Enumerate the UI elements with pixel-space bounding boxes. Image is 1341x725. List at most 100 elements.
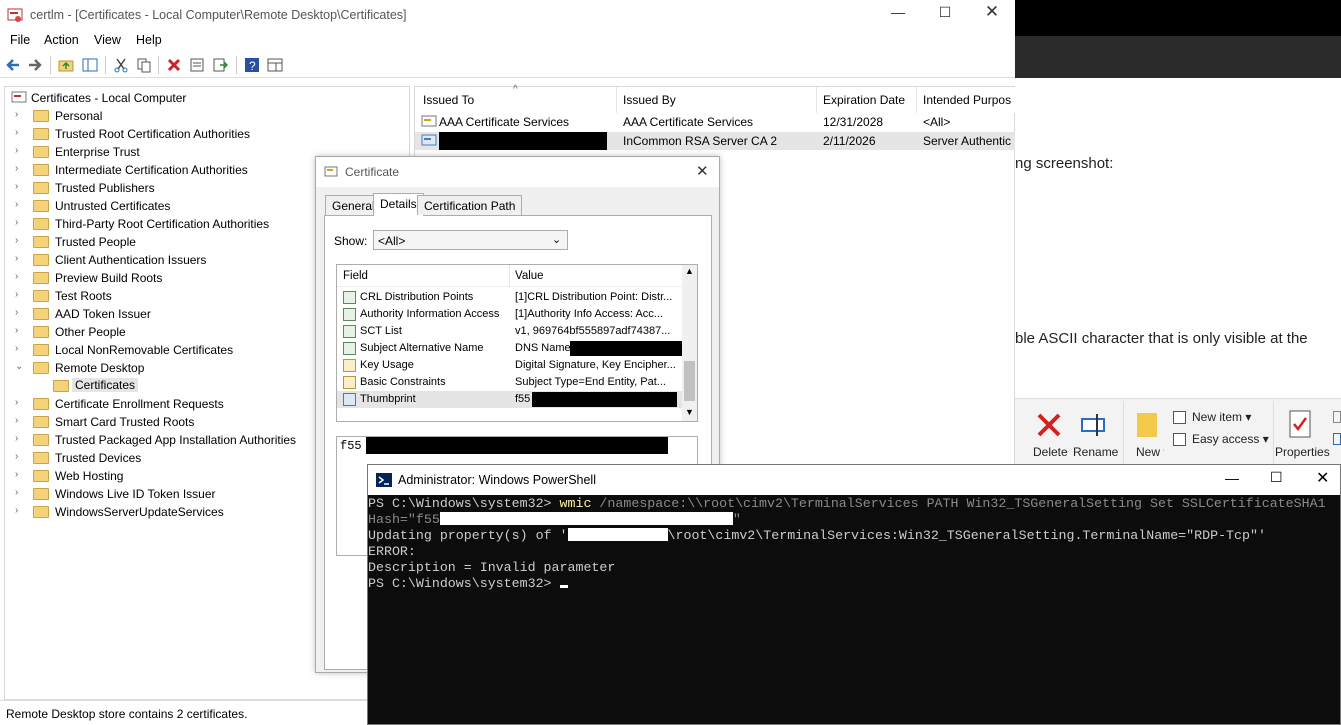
expand-icon[interactable]: › (15, 325, 25, 336)
field-icon (343, 376, 356, 389)
expand-icon[interactable]: › (15, 289, 25, 300)
maximize-button[interactable]: ☐ (922, 4, 968, 26)
column-intended-purposes[interactable]: Intended Purpos (923, 93, 1011, 107)
rename-button[interactable]: Rename (1073, 445, 1118, 459)
field-name: Thumbprint (360, 393, 416, 405)
field-row[interactable]: SCT List v1, 969764bf555897adf74387... (337, 323, 682, 340)
expand-icon[interactable]: › (15, 487, 25, 498)
rename-icon[interactable] (1079, 411, 1107, 439)
certificate-icon (421, 134, 437, 146)
expand-icon[interactable]: › (15, 163, 25, 174)
expand-icon[interactable]: › (15, 433, 25, 444)
expand-icon[interactable]: › (15, 505, 25, 516)
show-dropdown-value: <All> (378, 234, 406, 248)
expand-icon[interactable]: › (15, 235, 25, 246)
field-row[interactable]: Key Usage Digital Signature, Key Encipher… (337, 357, 682, 374)
expand-icon[interactable]: › (15, 145, 25, 156)
copy-icon[interactable] (136, 57, 152, 73)
easy-access-button[interactable]: Easy access ▾ (1192, 432, 1269, 446)
column-issued-by[interactable]: Issued By (623, 93, 676, 107)
tree-item-label: Enterprise Trust (55, 145, 140, 159)
expand-icon[interactable]: › (15, 181, 25, 192)
column-expiration-date[interactable]: Expiration Date (823, 93, 905, 107)
menu-file[interactable]: File (10, 33, 30, 47)
up-folder-icon[interactable] (58, 57, 74, 73)
expand-icon[interactable]: › (15, 217, 25, 228)
scroll-up-icon[interactable]: ▲ (685, 266, 694, 276)
column-issued-to[interactable]: Issued To (423, 93, 474, 107)
console-line: Hash="f55 " (368, 512, 741, 527)
tree-item-label: Trusted Devices (55, 451, 142, 465)
export-list-icon[interactable] (212, 57, 228, 73)
field-row[interactable]: Subject Alternative Name DNS Name= (337, 340, 682, 357)
field-row[interactable]: Authority Information Access [1]Authority… (337, 306, 682, 323)
tree-item[interactable]: › Personal (15, 107, 375, 125)
properties-button[interactable]: Properties (1275, 445, 1330, 459)
show-action-pane-icon[interactable] (267, 57, 283, 73)
expand-icon[interactable]: › (15, 451, 25, 462)
dialog-close-button[interactable]: ✕ (696, 162, 709, 180)
new-item-button[interactable]: New item ▾ (1192, 410, 1251, 424)
minimize-button[interactable]: — (1225, 470, 1239, 486)
close-button[interactable]: ✕ (1316, 468, 1329, 488)
expand-icon[interactable]: › (15, 271, 25, 282)
expand-icon[interactable]: › (15, 307, 25, 318)
table-row[interactable]: AAA Certificate Services AAA Certificate… (415, 113, 1015, 131)
field-row[interactable]: Basic Constraints Subject Type=End Entity… (337, 374, 682, 391)
cut-icon[interactable] (113, 57, 129, 73)
scroll-thumb[interactable] (684, 361, 695, 401)
status-text: Remote Desktop store contains 2 certific… (6, 707, 248, 721)
expand-icon[interactable]: › (15, 109, 25, 120)
expand-icon[interactable]: › (15, 415, 25, 426)
new-folder-icon[interactable] (1137, 413, 1157, 437)
folder-icon (33, 452, 49, 464)
help-icon[interactable]: ? (244, 57, 260, 73)
delete-button[interactable]: Delete (1033, 445, 1068, 459)
back-arrow-icon[interactable] (5, 57, 21, 73)
show-hide-tree-icon[interactable] (82, 57, 98, 73)
tab-certification-path[interactable]: Certification Path (417, 195, 523, 215)
expand-icon[interactable]: › (15, 397, 25, 408)
expand-icon[interactable]: › (15, 127, 25, 138)
redacted-issued-to (439, 132, 607, 150)
show-dropdown[interactable]: <All> ⌄ (373, 230, 568, 250)
expand-icon[interactable]: › (15, 253, 25, 264)
console-prompt[interactable]: PS C:\Windows\system32> (368, 576, 568, 591)
tree-root[interactable]: Certificates - Local Computer (11, 89, 391, 107)
properties-icon[interactable] (189, 57, 205, 73)
column-divider[interactable] (916, 87, 917, 113)
folder-icon (53, 380, 69, 392)
maximize-button[interactable]: ☐ (1270, 469, 1283, 486)
column-divider[interactable] (616, 87, 617, 113)
scroll-down-icon[interactable]: ▼ (685, 407, 694, 417)
properties-icon[interactable] (1287, 409, 1313, 439)
tree-item[interactable]: › Trusted Root Certification Authorities (15, 125, 375, 143)
forward-arrow-icon[interactable] (27, 57, 43, 73)
folder-icon (33, 434, 49, 446)
tree-root-label: Certificates - Local Computer (31, 91, 187, 105)
expand-icon[interactable]: › (15, 469, 25, 480)
delete-icon[interactable] (166, 57, 182, 73)
delete-icon[interactable] (1035, 411, 1063, 439)
show-label: Show: (334, 234, 368, 248)
grid-scrollbar[interactable]: ▲ ▼ (682, 265, 697, 421)
table-row-selected[interactable]: InCommon RSA Server CA 2 2/11/2026 Serve… (415, 132, 1015, 150)
folder-icon (33, 308, 49, 320)
field-row[interactable]: Thumbprint f55 (337, 391, 682, 408)
expand-icon[interactable]: › (15, 343, 25, 354)
certificate-icon (324, 166, 338, 177)
close-button[interactable]: ✕ (969, 2, 1015, 24)
column-divider[interactable] (816, 87, 817, 113)
menu-action[interactable]: Action (44, 33, 79, 47)
grid-header-value[interactable]: Value (515, 270, 544, 282)
expand-icon[interactable]: › (15, 199, 25, 210)
collapse-icon[interactable]: ⌄ (15, 361, 25, 372)
cell-expiration: 2/11/2026 (823, 134, 876, 148)
menu-help[interactable]: Help (136, 33, 162, 47)
field-row[interactable]: CRL Distribution Points [1]CRL Distributi… (337, 289, 682, 306)
grid-header-field[interactable]: Field (343, 270, 368, 282)
minimize-button[interactable]: — (875, 4, 921, 26)
menu-view[interactable]: View (94, 33, 121, 47)
field-name: SCT List (360, 325, 402, 337)
column-divider[interactable] (509, 265, 510, 287)
